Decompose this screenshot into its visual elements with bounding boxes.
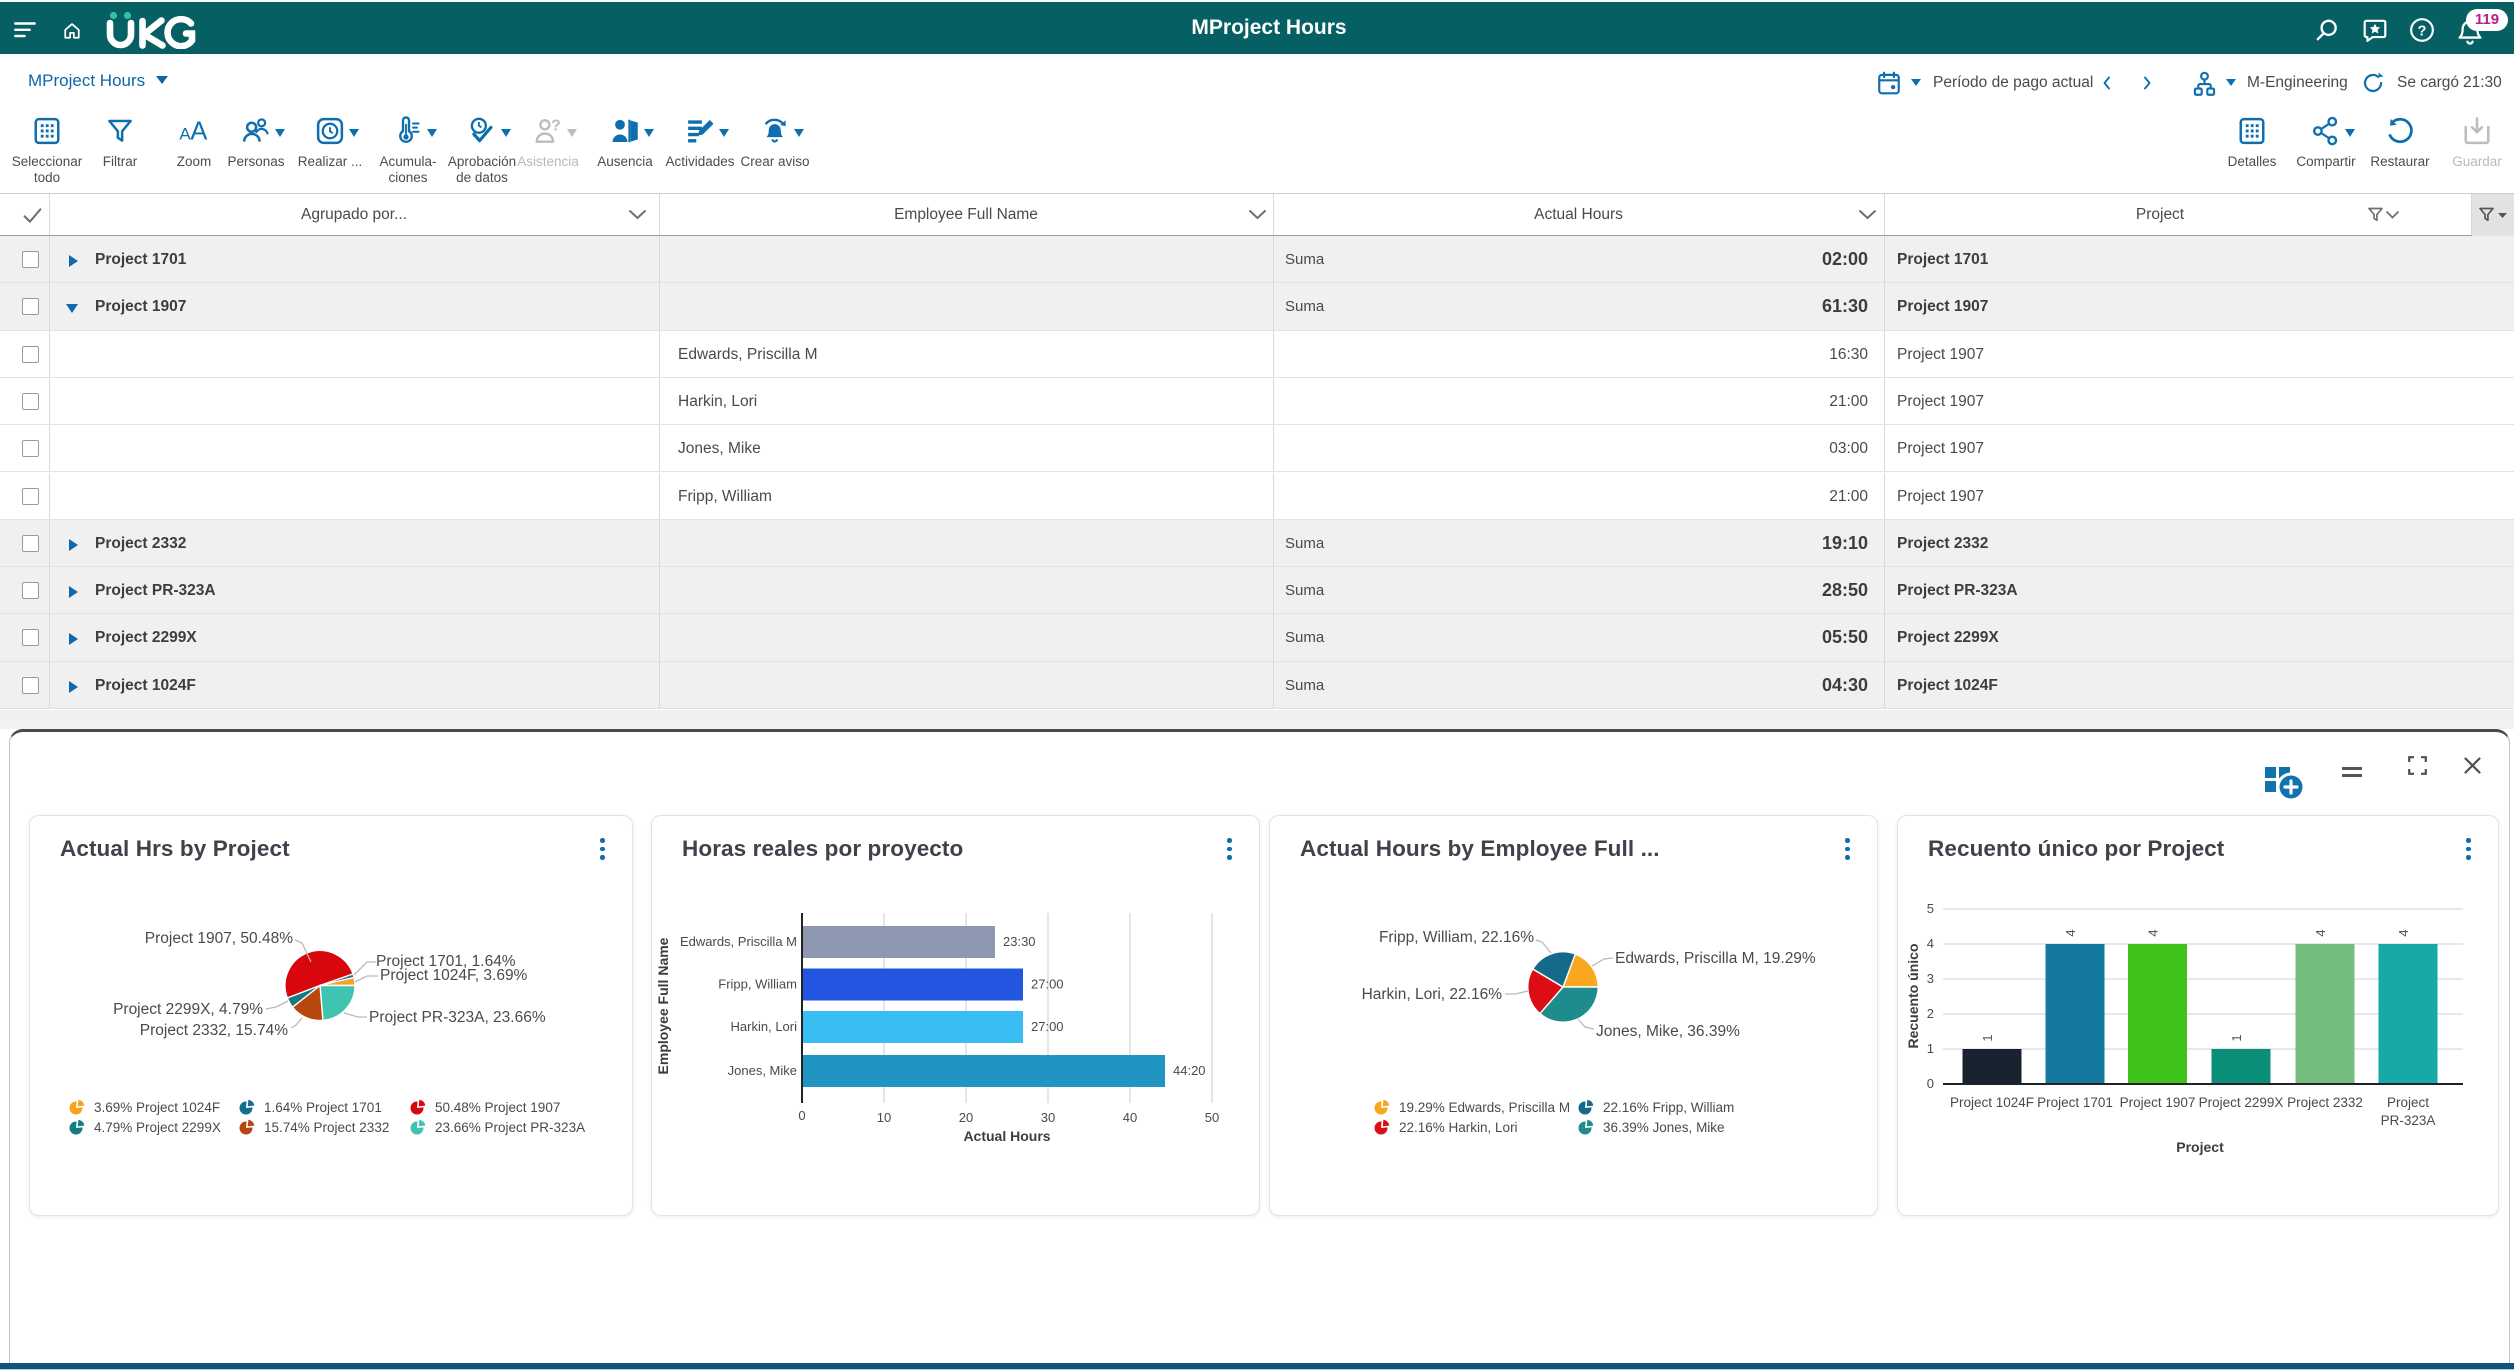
- svg-text:Project 1024F: Project 1024F: [1950, 1095, 2034, 1110]
- svg-text:0: 0: [798, 1108, 805, 1123]
- svg-text:Edwards, Priscilla M, 19.29%: Edwards, Priscilla M, 19.29%: [1615, 950, 1816, 967]
- svg-text:4: 4: [2063, 929, 2078, 936]
- svg-text:Fripp, William, 22.16%: Fripp, William, 22.16%: [1379, 929, 1534, 946]
- svg-text:Employee Full Name: Employee Full Name: [655, 937, 671, 1074]
- svg-text:?: ?: [551, 117, 561, 134]
- svg-text:3: 3: [1927, 971, 1934, 986]
- svg-text:Recuento único: Recuento único: [1905, 943, 1921, 1048]
- svg-text:Fripp, William: Fripp, William: [718, 977, 797, 992]
- svg-text:Edwards, Priscilla M: Edwards, Priscilla M: [680, 934, 797, 949]
- svg-text:4.79% Project 2299X: 4.79% Project 2299X: [94, 1120, 221, 1135]
- svg-text:1: 1: [2229, 1034, 2244, 1041]
- svg-text:4: 4: [1927, 936, 1934, 951]
- svg-text:2: 2: [1927, 1006, 1934, 1021]
- svg-text:Harkin, Lori, 22.16%: Harkin, Lori, 22.16%: [1362, 986, 1503, 1003]
- svg-text:3.69% Project 1024F: 3.69% Project 1024F: [94, 1100, 220, 1115]
- svg-text:27:00: 27:00: [1031, 1019, 1064, 1034]
- svg-text:Project: Project: [2176, 1139, 2224, 1155]
- svg-text:Project 2332: Project 2332: [2287, 1095, 2363, 1110]
- svg-text:40: 40: [1123, 1110, 1137, 1125]
- svg-text:27:00: 27:00: [1031, 977, 1064, 992]
- svg-text:23.66% Project PR-323A: 23.66% Project PR-323A: [435, 1120, 585, 1135]
- svg-text:4: 4: [2396, 929, 2411, 936]
- svg-text:22.16% Fripp, William: 22.16% Fripp, William: [1603, 1100, 1734, 1115]
- svg-text:15.74% Project 2332: 15.74% Project 2332: [264, 1120, 389, 1135]
- svg-text:23:30: 23:30: [1003, 934, 1036, 949]
- svg-text:Project 1907: Project 1907: [2120, 1095, 2196, 1110]
- svg-text:PR-323A: PR-323A: [2381, 1113, 2436, 1128]
- svg-text:Project 1024F, 3.69%: Project 1024F, 3.69%: [380, 967, 528, 984]
- svg-text:4: 4: [2313, 929, 2328, 936]
- svg-text:1: 1: [1980, 1034, 1995, 1041]
- svg-text:30: 30: [1041, 1110, 1055, 1125]
- svg-text:19.29% Edwards, Priscilla M: 19.29% Edwards, Priscilla M: [1399, 1100, 1570, 1115]
- svg-text:Project 2299X: Project 2299X: [2199, 1095, 2284, 1110]
- svg-text:20: 20: [959, 1110, 973, 1125]
- svg-text:36.39% Jones, Mike: 36.39% Jones, Mike: [1603, 1120, 1725, 1135]
- svg-text:Project 2332, 15.74%: Project 2332, 15.74%: [140, 1022, 288, 1039]
- svg-text:4: 4: [2146, 929, 2161, 936]
- svg-text:0: 0: [1927, 1076, 1934, 1091]
- svg-text:Project 2299X, 4.79%: Project 2299X, 4.79%: [113, 1001, 263, 1018]
- svg-text:Actual Hours: Actual Hours: [963, 1128, 1050, 1144]
- svg-text:10: 10: [877, 1110, 891, 1125]
- svg-text:Project PR-323A, 23.66%: Project PR-323A, 23.66%: [369, 1009, 546, 1026]
- svg-text:44:20: 44:20: [1173, 1063, 1206, 1078]
- svg-text:Jones, Mike, 36.39%: Jones, Mike, 36.39%: [1596, 1023, 1740, 1040]
- svg-text:Project: Project: [2387, 1095, 2429, 1110]
- svg-text:50.48% Project 1907: 50.48% Project 1907: [435, 1100, 560, 1115]
- svg-text:Project 1701: Project 1701: [2037, 1095, 2113, 1110]
- svg-text:22.16% Harkin, Lori: 22.16% Harkin, Lori: [1399, 1120, 1518, 1135]
- svg-text:1.64% Project 1701: 1.64% Project 1701: [264, 1100, 382, 1115]
- svg-text:50: 50: [1205, 1110, 1219, 1125]
- svg-text:Harkin, Lori: Harkin, Lori: [731, 1019, 798, 1034]
- svg-text:1: 1: [1927, 1041, 1934, 1056]
- svg-text:Project 1907, 50.48%: Project 1907, 50.48%: [145, 930, 293, 947]
- svg-text:?: ?: [2418, 23, 2427, 39]
- svg-text:5: 5: [1927, 901, 1934, 916]
- svg-text:Jones, Mike: Jones, Mike: [728, 1063, 797, 1078]
